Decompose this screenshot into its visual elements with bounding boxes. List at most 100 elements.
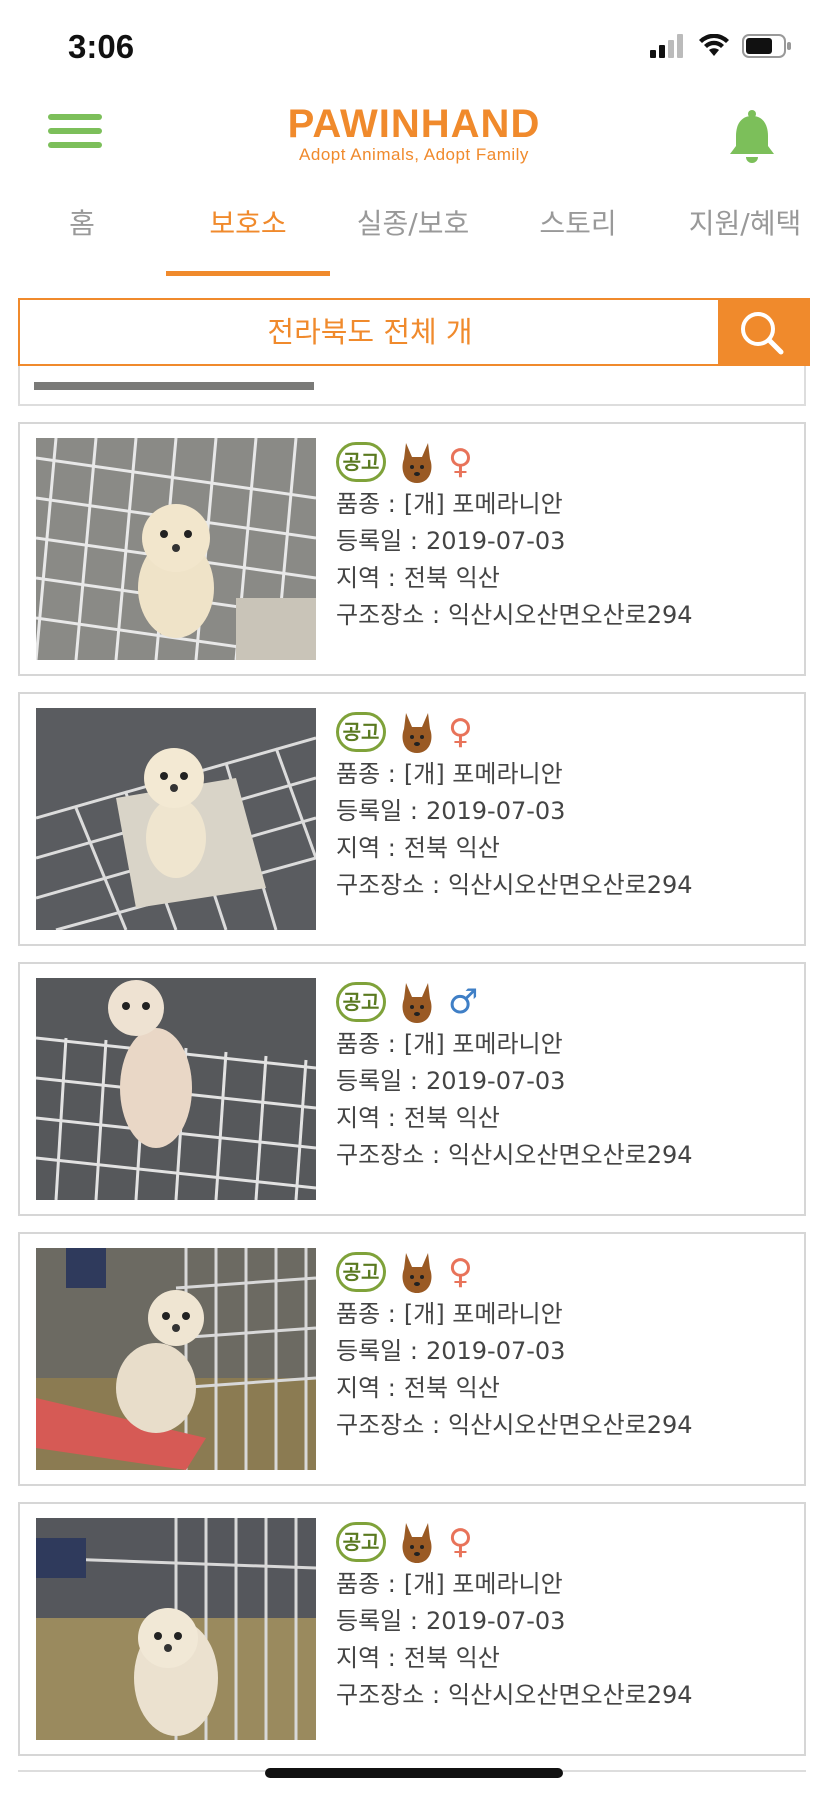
dog-icon	[402, 443, 432, 483]
date-label: 등록일 :	[336, 1337, 418, 1365]
list-item[interactable]: 공고 ♀ 품종 : [개] 포메라니안 등록일 :2019-07-03 지역 :전…	[18, 1232, 806, 1486]
date-value: 2019-07-03	[425, 1607, 566, 1635]
date-value: 2019-07-03	[425, 1337, 566, 1365]
breed-label: 품종 :	[336, 490, 396, 518]
region-value: 전북 익산	[403, 834, 500, 862]
pet-photo	[36, 1248, 316, 1470]
tab-support[interactable]: 지원/혜택	[662, 202, 828, 276]
tab-home[interactable]: 홈	[0, 202, 164, 276]
date-value: 2019-07-03	[425, 797, 566, 825]
tab-shelter[interactable]: 보호소	[166, 202, 330, 276]
home-indicator[interactable]	[265, 1768, 563, 1778]
pet-photo	[36, 1518, 316, 1740]
wifi-icon	[699, 34, 729, 56]
region-label: 지역 :	[336, 564, 396, 592]
place-row: 구조장소 : 익산시오산면오산로294	[336, 1677, 796, 1714]
app-logo: PAWINHAND Adopt Animals, Adopt Family	[0, 102, 828, 164]
list-item-clipped[interactable]	[18, 366, 806, 406]
listing-info: 공고 ♀ 품종 : [개] 포메라니안 등록일 :2019-07-03 지역 :전…	[336, 1248, 796, 1444]
listing-badges: 공고 ♀	[336, 708, 796, 756]
listing-badges: 공고 ♂	[336, 978, 796, 1026]
breed-row: 품종 : [개] 포메라니안	[336, 1566, 796, 1603]
place-row: 구조장소 : 익산시오산면오산로294	[336, 1137, 796, 1174]
place-label: 구조장소 :	[336, 1681, 441, 1709]
date-value: 2019-07-03	[425, 1067, 566, 1095]
search-button[interactable]	[718, 300, 808, 364]
breed-label: 품종 :	[336, 760, 396, 788]
region-value: 전북 익산	[403, 1104, 500, 1132]
place-row: 구조장소 : 익산시오산면오산로294	[336, 1407, 796, 1444]
app-name: PAWINHAND	[287, 102, 541, 146]
list-item[interactable]: 공고 ♂ 품종 : [개] 포메라니안 등록일 :2019-07-03 지역 :전…	[18, 962, 806, 1216]
breed-row: 품종 : [개] 포메라니안	[336, 1026, 796, 1063]
female-icon: ♀	[448, 1522, 473, 1562]
place-value: 익산시오산면오산로294	[448, 601, 693, 629]
region-value: 전북 익산	[403, 1374, 500, 1402]
tab-label: 스토리	[539, 207, 617, 240]
tab-missing[interactable]: 실종/보호	[330, 202, 496, 276]
listing-info: 공고 ♀ 품종 : [개] 포메라니안 등록일 :2019-07-03 지역 :전…	[336, 708, 796, 904]
region-row: 지역 : 전북 익산	[336, 1100, 796, 1137]
date-row: 등록일 :2019-07-03	[336, 1063, 796, 1100]
date-label: 등록일 :	[336, 1067, 418, 1095]
breed-label: 품종 :	[336, 1570, 396, 1598]
app-header: PAWINHAND Adopt Animals, Adopt Family	[0, 96, 828, 192]
region-row: 지역 : 전북 익산	[336, 1370, 796, 1407]
region-row: 지역 : 전북 익산	[336, 830, 796, 867]
breed-value: [개] 포메라니안	[403, 490, 563, 518]
list-item[interactable]: 공고 ♀ 품종 : [개] 포메라니안 등록일 :2019-07-03 지역 :전…	[18, 692, 806, 946]
app-tagline: Adopt Animals, Adopt Family	[299, 145, 529, 164]
region-value: 전북 익산	[403, 564, 500, 592]
date-row: 등록일 :2019-07-03	[336, 1333, 796, 1370]
search-bar[interactable]: 전라북도 전체 개	[18, 298, 810, 366]
date-label: 등록일 :	[336, 797, 418, 825]
region-label: 지역 :	[336, 1104, 396, 1132]
region-label: 지역 :	[336, 1374, 396, 1402]
date-label: 등록일 :	[336, 527, 418, 555]
listing-badges: 공고 ♀	[336, 1248, 796, 1296]
place-value: 익산시오산면오산로294	[448, 1141, 693, 1169]
place-row: 구조장소 : 익산시오산면오산로294	[336, 597, 796, 634]
bell-icon[interactable]	[724, 108, 780, 164]
pet-photo	[34, 382, 314, 390]
tab-story[interactable]: 스토리	[496, 202, 660, 276]
notice-badge: 공고	[336, 712, 386, 752]
dog-icon	[402, 1253, 432, 1293]
list-item[interactable]: 공고 ♀ 품종 : [개] 포메라니안 등록일 :2019-07-03 지역 :전…	[18, 1502, 806, 1756]
dog-icon	[402, 713, 432, 753]
status-time: 3:06	[68, 28, 135, 65]
tab-bar: 홈 보호소 실종/보호 스토리 지원/혜택	[0, 192, 828, 276]
battery-icon	[742, 34, 791, 58]
list-item[interactable]: 공고 ♀ 품종 : [개] 포메라니안 등록일 :2019-07-03 지역 :전…	[18, 422, 806, 676]
place-label: 구조장소 :	[336, 1411, 441, 1439]
place-label: 구조장소 :	[336, 1141, 441, 1169]
tab-label: 보호소	[209, 207, 287, 240]
pet-photo	[36, 978, 316, 1200]
date-row: 등록일 :2019-07-03	[336, 1603, 796, 1640]
place-label: 구조장소 :	[336, 601, 441, 629]
dog-icon	[402, 1523, 432, 1563]
date-row: 등록일 :2019-07-03	[336, 793, 796, 830]
status-icons	[650, 34, 792, 58]
breed-row: 품종 : [개] 포메라니안	[336, 486, 796, 523]
notice-badge: 공고	[336, 1522, 386, 1562]
date-value: 2019-07-03	[425, 527, 566, 555]
breed-value: [개] 포메라니안	[403, 1300, 563, 1328]
breed-row: 품종 : [개] 포메라니안	[336, 756, 796, 793]
region-label: 지역 :	[336, 834, 396, 862]
female-icon: ♀	[448, 1252, 473, 1292]
notice-badge: 공고	[336, 982, 386, 1022]
notice-badge: 공고	[336, 1252, 386, 1292]
tab-label: 실종/보호	[356, 207, 470, 240]
pet-photo	[36, 438, 316, 660]
place-label: 구조장소 :	[336, 871, 441, 899]
status-bar: 3:06	[0, 0, 828, 96]
place-value: 익산시오산면오산로294	[448, 1411, 693, 1439]
female-icon: ♀	[448, 712, 473, 752]
region-value: 전북 익산	[403, 1644, 500, 1672]
tab-label: 지원/혜택	[688, 207, 802, 240]
search-query[interactable]: 전라북도 전체 개	[20, 300, 720, 364]
region-label: 지역 :	[336, 1644, 396, 1672]
breed-row: 품종 : [개] 포메라니안	[336, 1296, 796, 1333]
listing-info: 공고 ♀ 품종 : [개] 포메라니안 등록일 :2019-07-03 지역 :전…	[336, 438, 796, 634]
